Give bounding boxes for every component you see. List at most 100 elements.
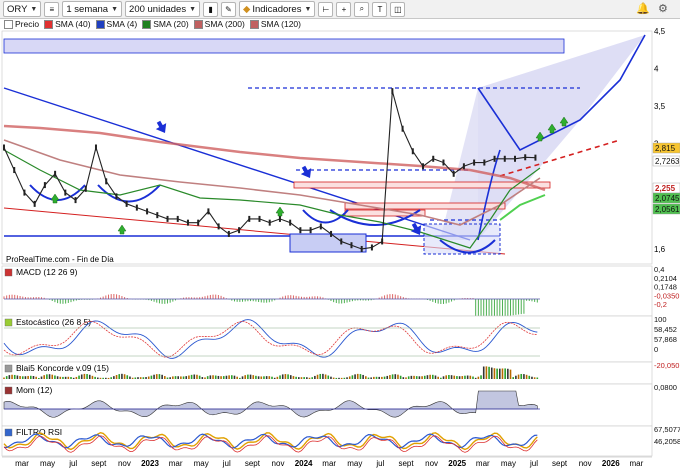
price-bar (340, 238, 343, 245)
indicator-layer: MACD (12 26 9) 0,40,21040,1748-0,0350-0,2… (1, 265, 680, 457)
indicator-swatch (4, 364, 13, 373)
x-axis-tick: mar (15, 459, 29, 468)
price-bar (146, 208, 149, 215)
price-bar (268, 219, 271, 226)
price-bar (524, 154, 527, 161)
price-tag-label: 2,0561 (655, 205, 680, 214)
price-bar (534, 154, 537, 161)
price-bar (54, 170, 57, 177)
indicator-label: Mom (12) (16, 385, 53, 395)
indicator-label: Estocástico (26 8 5) (16, 317, 91, 327)
price-bar (514, 155, 516, 162)
price-bar (135, 204, 138, 211)
price-bar (238, 227, 241, 234)
indicator-axis-tick: 0,1748 (654, 283, 677, 292)
indicator-axis-tick: -0,2 (654, 300, 667, 309)
chart-canvas[interactable]: MACD (12 26 9) 0,40,21040,1748-0,0350-0,2… (0, 0, 680, 468)
indicator-axis-tick: 46,2058 (654, 437, 680, 446)
price-bar (473, 159, 476, 166)
price-bar (166, 215, 169, 222)
indicator-panel (1, 265, 653, 317)
price-bar (289, 219, 292, 226)
price-bar (207, 208, 210, 215)
price-bar (370, 244, 373, 251)
indicator-axis-tick: -0,0350 (654, 291, 679, 300)
accumulation-box (289, 233, 367, 253)
x-axis-tick: mar (476, 459, 490, 468)
indicator-swatch (4, 428, 13, 437)
price-bar (186, 219, 189, 226)
x-axis-tick: jul (222, 459, 231, 468)
price-bar (84, 185, 87, 192)
price-tag-label: 2,0745 (655, 194, 680, 203)
price-bar (217, 223, 220, 230)
price-bar (309, 227, 312, 234)
x-axis-tick: nov (579, 459, 592, 468)
price-bar (115, 193, 118, 200)
price-bar (258, 215, 261, 222)
x-axis-tick: 2026 (602, 459, 620, 468)
indicator-axis-tick: 0 (654, 345, 658, 354)
x-axis-tick: sept (245, 459, 261, 468)
price-bar (248, 215, 251, 222)
price-bar (401, 125, 404, 132)
x-axis-tick: may (194, 459, 209, 468)
price-bar (33, 200, 36, 207)
x-axis-tick: mar (630, 459, 644, 468)
price-axis-tick: 4 (654, 65, 659, 74)
indicator-axis-tick: 0,0800 (654, 383, 677, 392)
resistance-box (3, 38, 565, 54)
price-bar (452, 170, 455, 177)
price-bar (350, 242, 353, 249)
price-bar (156, 212, 159, 219)
price-tag-label: 2,255 (655, 184, 676, 193)
price-bar (299, 227, 302, 234)
indicator-axis-tick: 0,2104 (654, 274, 677, 283)
indicator-swatch (4, 268, 13, 277)
price-bar (330, 230, 333, 237)
indicator-axis-tick: 57,868 (654, 335, 677, 344)
price-bar (197, 219, 200, 226)
price-bar (176, 215, 179, 222)
price-axis-tick: 1,6 (654, 245, 666, 254)
price-bar (3, 144, 5, 151)
price-bar (74, 197, 77, 204)
price-bar (105, 178, 108, 185)
indicator-axis-tick: 100 (654, 315, 667, 324)
price-bar (391, 88, 394, 95)
price-bar (13, 167, 16, 174)
price-axis-tick: 4,5 (654, 27, 666, 36)
x-axis-tick: 2025 (448, 459, 466, 468)
indicator-axis-tick: 67,5077 (654, 425, 680, 434)
x-axis-tick: mar (169, 459, 183, 468)
price-bar (381, 238, 384, 245)
price-bar (483, 159, 486, 166)
x-axis-tick: 2024 (295, 459, 313, 468)
price-bar (64, 189, 67, 196)
x-axis-tick: sept (398, 459, 414, 468)
price-bar (442, 159, 445, 166)
price-bar (493, 155, 496, 162)
indicator-swatch (4, 318, 13, 327)
indicator-axis-tick: 0,4 (654, 265, 664, 274)
price-bar (411, 148, 414, 155)
x-axis-tick: sept (91, 459, 107, 468)
price-bar (319, 223, 322, 230)
source-text: ProRealTime.com - Fin de Día (6, 255, 114, 264)
price-bar (360, 245, 363, 252)
x-axis-tick: jul (529, 459, 538, 468)
indicator-swatch (4, 386, 13, 395)
indicator-label: Blai5 Koncorde v.09 (15) (16, 363, 109, 373)
price-bar (23, 189, 26, 196)
price-bar (94, 144, 97, 151)
resistance-zone (293, 181, 551, 189)
indicator-panel (1, 315, 653, 363)
x-axis-tick: may (40, 459, 55, 468)
price-tag-label: 2,7263 (655, 157, 680, 166)
x-axis-tick: jul (68, 459, 77, 468)
price-bar (503, 155, 506, 162)
x-axis-tick: 2023 (141, 459, 159, 468)
x-axis-tick: jul (375, 459, 384, 468)
price-tag-label: 2,815 (655, 144, 676, 153)
indicator-label: MACD (12 26 9) (16, 267, 78, 277)
